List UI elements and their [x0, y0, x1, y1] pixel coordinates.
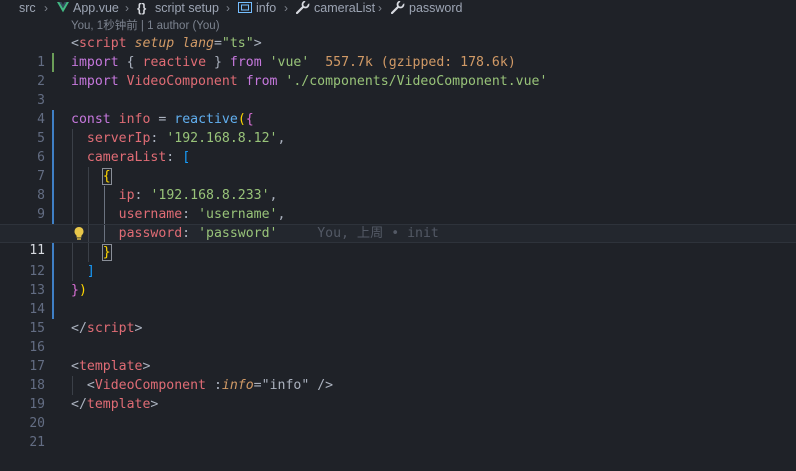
codelens-blame-header[interactable]: You, 1秒钟前 | 1 author (You): [71, 18, 220, 34]
property-wrench-icon: [391, 1, 405, 14]
code-line: 5 const info = reactive({: [0, 110, 796, 146]
code-line: 3 import VideoComponent from './componen…: [0, 72, 796, 108]
line-number: 21: [29, 435, 45, 450]
code-line: 15: [0, 300, 796, 336]
breadcrumb-item-cameraList[interactable]: cameraList: [314, 0, 375, 16]
code-line: 7 cameraList: [: [0, 148, 796, 184]
vue-file-icon: [57, 2, 69, 13]
code-line: 16 </script>: [0, 319, 796, 355]
code-line: 18 <template>: [0, 357, 796, 393]
code-line: 10 username: 'username',: [0, 205, 796, 241]
breadcrumb-item-file[interactable]: App.vue: [73, 0, 119, 16]
code-line: 20 </template>: [0, 395, 796, 431]
code-line: 19 <VideoComponent :info="info" />: [0, 376, 796, 412]
code-line: 2 import { reactive } from 'vue' 557.7k …: [0, 53, 796, 89]
breadcrumb-item-password[interactable]: password: [409, 0, 463, 16]
variable-icon: [238, 2, 252, 13]
chevron-right-icon: ›: [284, 1, 288, 15]
property-wrench-icon: [296, 1, 310, 14]
braces-icon: {}: [137, 1, 147, 15]
code-line: 17: [0, 338, 796, 374]
breadcrumb-item-script-setup[interactable]: script setup: [155, 0, 219, 16]
code-line: 4: [0, 91, 796, 127]
inline-git-blame: You, 上周 • init: [317, 226, 439, 241]
breadcrumb-item-src[interactable]: src: [19, 0, 36, 16]
code-line-current: 11 password: 'password' You, 上周 • init: [0, 224, 796, 258]
code-line: 6 serverIp: '192.168.8.12',: [0, 129, 796, 165]
code-line: 8 {: [0, 167, 796, 203]
chevron-right-icon: ›: [44, 1, 48, 15]
code-line: 12 }: [0, 243, 796, 279]
code-line: 14 }): [0, 281, 796, 317]
code-line: 1 <script setup lang="ts">: [0, 34, 796, 70]
code-line: 9 ip: '192.168.8.233',: [0, 186, 796, 222]
chevron-right-icon: ›: [378, 1, 382, 15]
code-line: 21: [0, 414, 796, 450]
chevron-right-icon: ›: [125, 1, 129, 15]
breadcrumb-item-info[interactable]: info: [256, 0, 276, 16]
breadcrumb: src › App.vue › {} script setup › info ›…: [0, 0, 796, 16]
code-line: 13 ]: [0, 262, 796, 298]
import-cost-annotation: 557.7k (gzipped: 178.6k): [325, 55, 516, 70]
chevron-right-icon: ›: [226, 1, 230, 15]
